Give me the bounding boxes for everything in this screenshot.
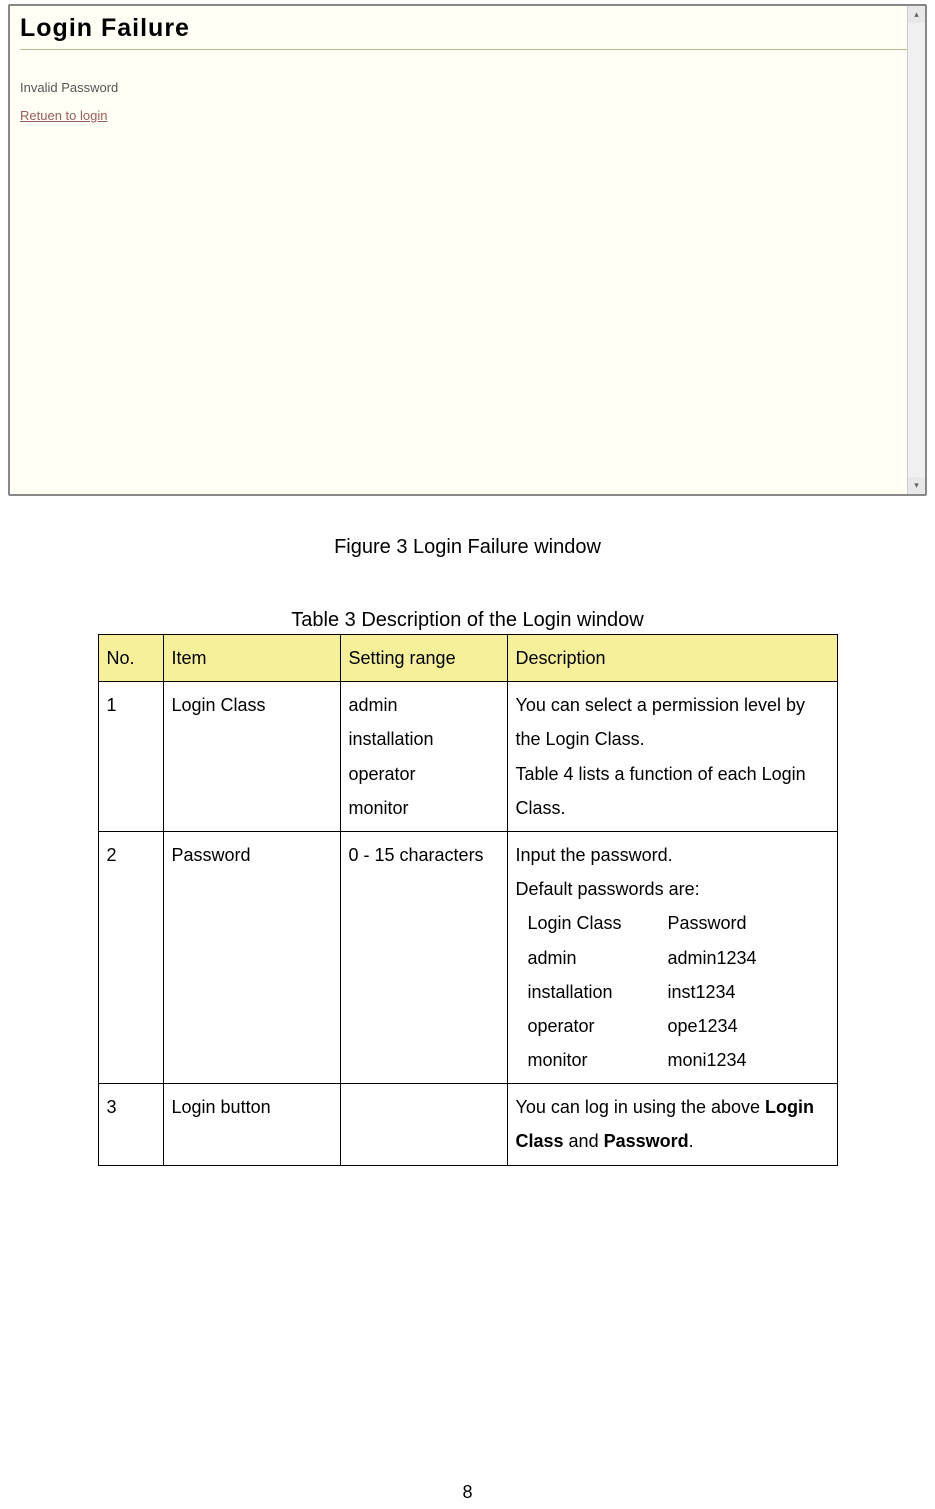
table-caption: Table 3 Description of the Login window <box>0 609 935 632</box>
cell-item: Login Class <box>163 682 340 832</box>
figure-caption: Figure 3 Login Failure window <box>0 536 935 559</box>
scroll-down-icon[interactable]: ▾ <box>908 477 925 494</box>
description-table: No. Item Setting range Description 1 Log… <box>98 634 838 1166</box>
login-failure-title: Login Failure <box>20 14 915 43</box>
table-row: 1 Login Class admininstallationoperatorm… <box>98 682 837 832</box>
cell-no: 2 <box>98 831 163 1083</box>
cell-item: Password <box>163 831 340 1083</box>
divider <box>20 49 915 50</box>
return-to-login-link[interactable]: Retuen to login <box>20 108 107 123</box>
cell-item: Login button <box>163 1084 340 1165</box>
window-content: Login Failure Invalid Password Retuen to… <box>10 6 925 494</box>
cell-desc: You can log in using the above Login Cla… <box>507 1084 837 1165</box>
cell-no: 3 <box>98 1084 163 1165</box>
header-item: Item <box>163 635 340 682</box>
scroll-up-icon[interactable]: ▴ <box>908 6 925 23</box>
table-row: 2 Password 0 - 15 characters Input the p… <box>98 831 837 1083</box>
table-row: 3 Login button You can log in using the … <box>98 1084 837 1165</box>
cell-range <box>340 1084 507 1165</box>
cell-no: 1 <box>98 682 163 832</box>
header-range: Setting range <box>340 635 507 682</box>
cell-desc: You can select a permission level by the… <box>507 682 837 832</box>
invalid-password-text: Invalid Password <box>20 80 915 95</box>
page-number: 8 <box>0 1482 935 1503</box>
header-no: No. <box>98 635 163 682</box>
scrollbar[interactable]: ▴ ▾ <box>907 6 925 494</box>
cell-range: admininstallationoperatormonitor <box>340 682 507 832</box>
table-header-row: No. Item Setting range Description <box>98 635 837 682</box>
login-failure-window: Login Failure Invalid Password Retuen to… <box>8 4 927 496</box>
header-desc: Description <box>507 635 837 682</box>
cell-range: 0 - 15 characters <box>340 831 507 1083</box>
cell-desc: Input the password.Default passwords are… <box>507 831 837 1083</box>
